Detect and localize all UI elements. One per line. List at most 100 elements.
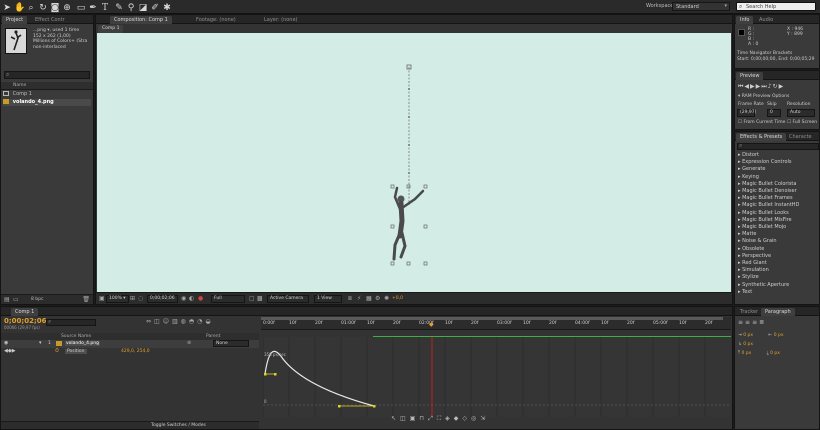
current-time-indicator-icon[interactable]: ◆ xyxy=(429,321,434,328)
property-value[interactable]: 429,0, 254,0 xyxy=(121,349,150,354)
clone-stamp-tool-icon[interactable]: ⚲ xyxy=(126,2,136,14)
effects-category[interactable]: ▸ Synthetic Aperture xyxy=(738,282,789,289)
graph-type-icon[interactable]: ◫ xyxy=(400,415,410,422)
exposure-icon[interactable]: ✺ xyxy=(384,295,389,302)
position-property-row[interactable]: ◀◆▶ ⏱ Position 429,0, 254,0 xyxy=(1,348,259,356)
linear-icon[interactable]: ◇ xyxy=(462,415,471,422)
workspace-select[interactable]: Standard ▾ xyxy=(672,2,730,11)
left-indent-value[interactable]: 0 px xyxy=(743,333,753,338)
visibility-eye-icon[interactable]: ◉ xyxy=(4,340,8,346)
space-before-value[interactable]: 0 px xyxy=(741,351,751,356)
ram-preview-icon[interactable]: ▶ xyxy=(779,83,785,90)
effects-category[interactable]: ▸ Matte xyxy=(738,231,756,238)
effects-category[interactable]: ▸ Stylize xyxy=(738,274,759,281)
effects-category[interactable]: ▸ Distort xyxy=(738,152,759,159)
region-of-interest-icon[interactable]: ▢ xyxy=(249,295,255,302)
time-ruler[interactable]: 0:00f 10f 20f 01:00f 10f 20f 02:00f 10f 20f 03:00… xyxy=(261,317,731,330)
parent-header[interactable]: Parent xyxy=(206,334,220,339)
graph-editor[interactable]: 358 px/sec 0 xyxy=(261,337,731,417)
interpret-footage-icon[interactable]: ▤ xyxy=(4,296,10,303)
effects-category[interactable]: ▸ Red Giant xyxy=(738,260,767,267)
list-item[interactable]: Comp 1 xyxy=(3,91,91,98)
rotate-tool-icon[interactable]: ↻ xyxy=(38,2,48,14)
rectangle-tool-icon[interactable]: ▭ xyxy=(76,2,86,14)
from-current-time-checkbox[interactable]: ☐ From Current Time xyxy=(738,120,785,125)
snapshot-icon[interactable]: ◉ xyxy=(181,295,186,302)
effects-category[interactable]: ▸ Obsolete xyxy=(738,246,764,253)
always-preview-icon[interactable]: ▣ xyxy=(99,295,105,302)
effects-category[interactable]: ▸ Magic Bullet Colorista xyxy=(738,181,796,188)
layer-row[interactable]: ◉ ▾ 1 volando_4.png ⊚ None xyxy=(1,340,259,348)
pen-tool-icon[interactable]: ✒ xyxy=(88,2,98,14)
work-area-bar[interactable] xyxy=(261,317,723,320)
resolution-select[interactable]: Auto xyxy=(787,109,815,117)
frame-rate-select[interactable]: (29,97) xyxy=(737,109,756,117)
effects-category[interactable]: ▸ Magic Bullet Frames xyxy=(738,195,793,202)
hand-tool-icon[interactable]: ✋ xyxy=(14,2,25,14)
draft-3d-icon[interactable]: ◫ xyxy=(154,318,163,325)
effects-search-input[interactable]: ⌕ xyxy=(737,142,819,150)
expand-arrow-icon[interactable]: ▾ xyxy=(39,340,42,346)
tab-tracker[interactable]: Tracker xyxy=(736,308,762,316)
eraser-tool-icon[interactable]: ◪ xyxy=(138,2,148,14)
effects-category[interactable]: ▸ Noise & Grain xyxy=(738,238,777,245)
composition-viewer[interactable] xyxy=(97,33,731,292)
pick-whip-icon[interactable]: ⊚ xyxy=(187,340,191,346)
first-line-value[interactable]: 0 px xyxy=(743,342,753,347)
text-tool-icon[interactable]: T xyxy=(100,2,110,14)
snap-icon[interactable]: ⊓ xyxy=(419,415,428,422)
align-left-icon[interactable]: ≡ xyxy=(738,319,745,326)
trash-icon[interactable]: 🗑 xyxy=(82,296,90,303)
mask-visibility-icon[interactable]: ◌ xyxy=(138,295,143,302)
effects-category[interactable]: ▸ Simulation xyxy=(738,267,769,274)
resolution-select[interactable]: Full xyxy=(211,295,245,303)
project-search-input[interactable]: ⌕ xyxy=(4,71,90,79)
brainstorm-icon[interactable]: ◓ xyxy=(189,318,197,325)
list-item[interactable]: volando_4.png xyxy=(3,99,91,106)
effects-category[interactable]: ▸ Magic Bullet Looks xyxy=(738,210,789,217)
frame-blending-icon[interactable]: ▥ xyxy=(172,318,181,325)
motion-blur-icon[interactable]: ◍ xyxy=(181,318,189,325)
tab-timeline-comp[interactable]: Comp 1 xyxy=(11,308,39,316)
zoom-select[interactable]: 100% ▾ xyxy=(106,295,129,303)
tab-composition[interactable]: Composition: Comp 1 xyxy=(110,16,172,24)
channel-icon[interactable]: ● xyxy=(198,295,203,302)
comp-mini-flowchart-icon[interactable]: ⇔ xyxy=(146,318,154,325)
easy-ease-icon[interactable]: ⇲ xyxy=(480,415,489,422)
toggle-pixel-aspect-icon[interactable]: ⧈ xyxy=(348,295,352,303)
space-after-value[interactable]: 0 px xyxy=(770,351,780,356)
stopwatch-icon[interactable]: ⏱ xyxy=(55,348,59,354)
effects-category[interactable]: ▸ Perspective xyxy=(738,253,771,260)
view-layout-select[interactable]: 1 View xyxy=(314,295,342,303)
timeline-icon[interactable]: ▦ xyxy=(366,295,372,302)
show-transform-box-icon[interactable]: ▣ xyxy=(410,415,420,422)
roto-brush-tool-icon[interactable]: ✐ xyxy=(150,2,160,14)
fast-previews-icon[interactable]: ⚡ xyxy=(357,295,361,302)
ram-preview-options[interactable]: ▾ RAM Preview Options xyxy=(738,94,789,99)
effects-category[interactable]: ▸ Magic Bullet Denoiser xyxy=(738,188,797,195)
tab-character[interactable]: Characte xyxy=(785,133,816,141)
parent-select[interactable]: None xyxy=(213,340,249,347)
puppet-tool-icon[interactable]: ✱ xyxy=(162,2,172,14)
show-properties-icon[interactable]: ↖ xyxy=(391,415,400,422)
full-screen-checkbox[interactable]: ☐ Full Screen xyxy=(787,120,817,125)
timeline-search-input[interactable]: ⌕ xyxy=(46,318,96,326)
fit-selection-icon[interactable]: ⤢ xyxy=(428,415,437,422)
grid-icon[interactable]: ⊞ xyxy=(130,295,135,302)
exposure-value[interactable]: +0,0 xyxy=(392,296,403,301)
auto-bezier-icon[interactable]: ◎ xyxy=(471,415,480,422)
tab-footage[interactable]: Footage: (none) xyxy=(192,16,240,24)
tab-audio[interactable]: Audio xyxy=(755,16,777,24)
effects-category[interactable]: ▸ Text xyxy=(738,289,752,296)
search-help-input[interactable]: ⌕ Search Help xyxy=(736,2,816,11)
current-time-field[interactable]: 0;00;02;06 xyxy=(147,295,178,303)
source-name-header[interactable]: Source Name xyxy=(61,334,91,339)
edit-keyframe-icon[interactable]: ◈ xyxy=(445,415,454,422)
transparency-grid-icon[interactable]: ▩ xyxy=(257,295,263,302)
keyframe-nav-icon[interactable]: ◀◆▶ xyxy=(4,348,16,354)
tab-preview[interactable]: Preview xyxy=(736,72,764,80)
camera-tool-icon[interactable]: ◙ xyxy=(50,2,60,14)
tab-effects-presets[interactable]: Effects & Presets xyxy=(736,133,787,141)
timeline-timecode[interactable]: 0;00;02;06 xyxy=(4,317,47,325)
new-folder-icon[interactable]: ▭ xyxy=(13,296,19,303)
